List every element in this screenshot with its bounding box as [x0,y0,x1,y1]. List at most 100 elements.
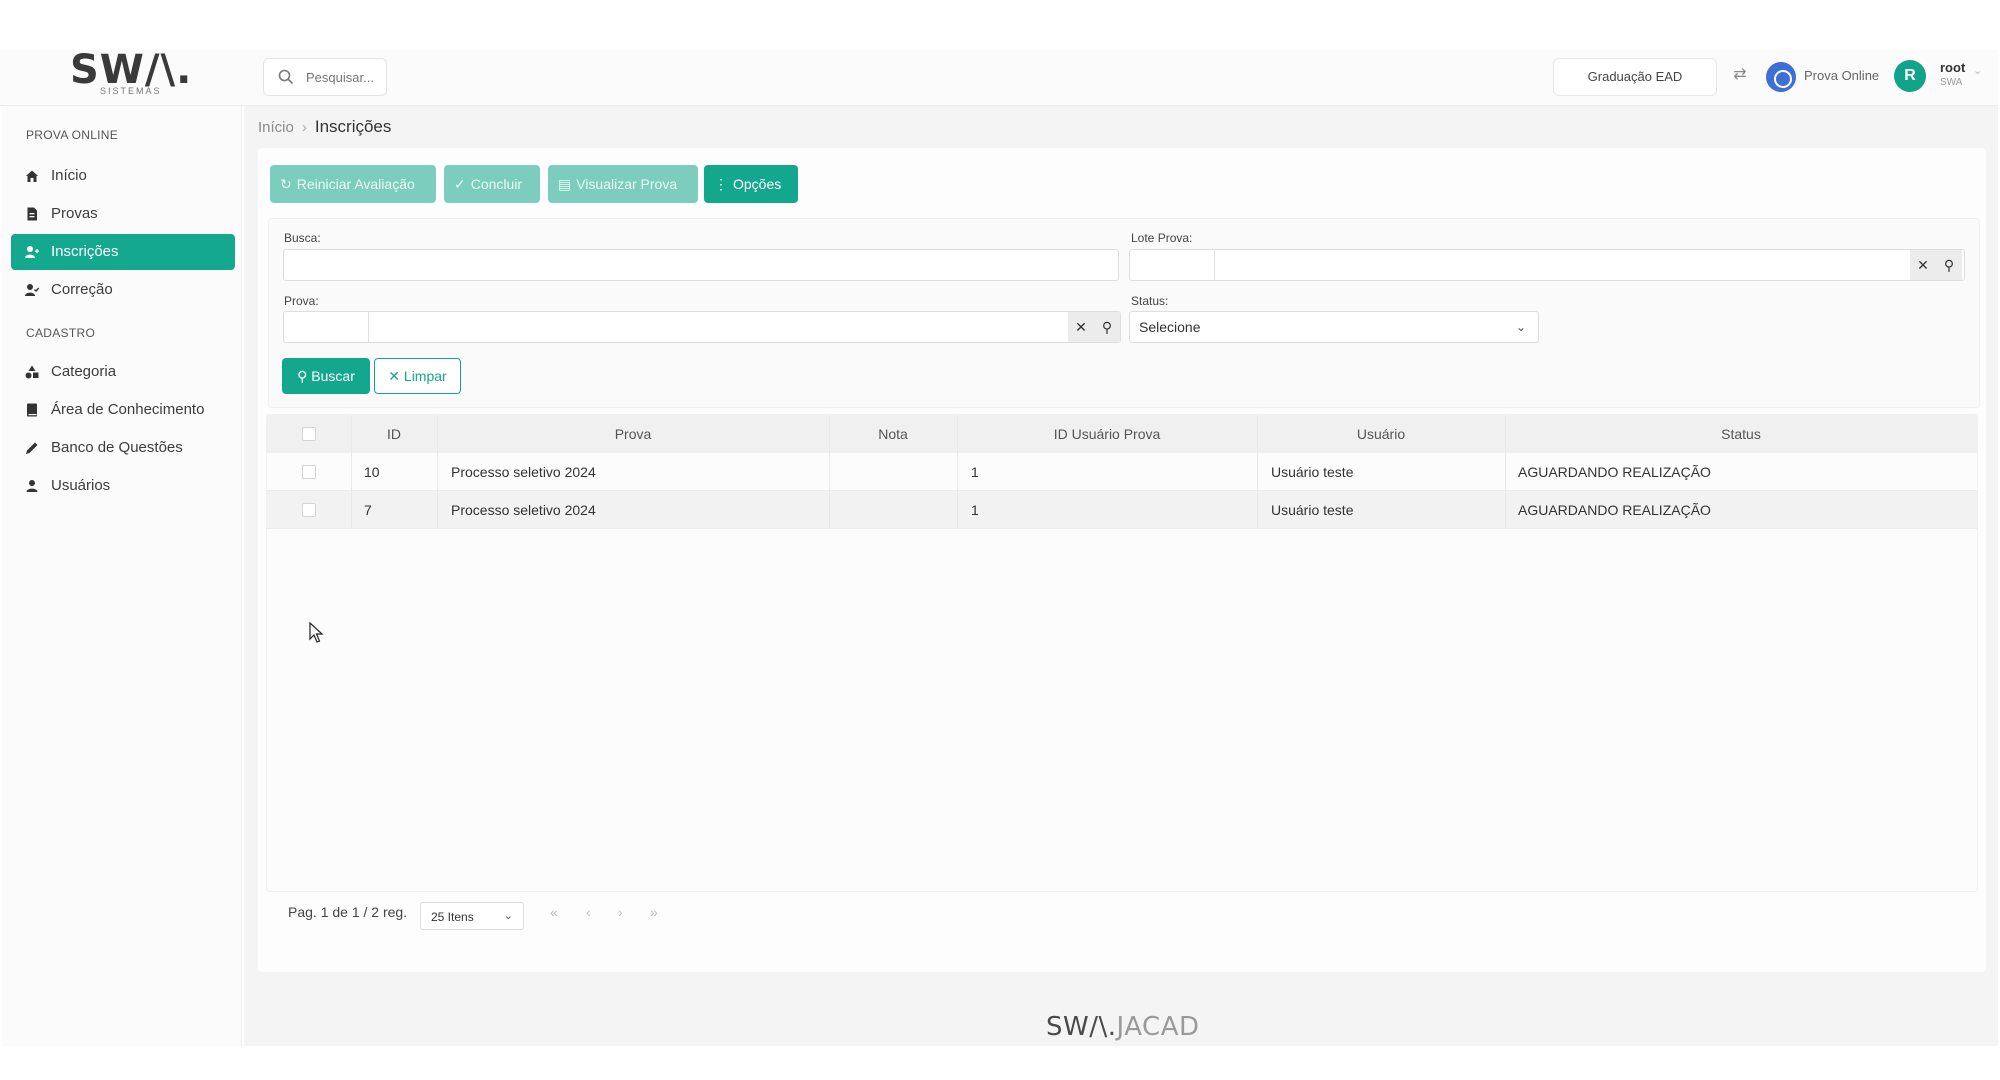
clear-icon[interactable]: ✕ [1910,250,1936,280]
user-check-icon [25,284,39,296]
cell-status: AGUARDANDO REALIZAÇÃO [1518,502,1711,518]
footer-brand: SW/\. [1046,1012,1117,1042]
column-header-status[interactable]: Status [1505,426,1977,442]
footer-logo: SW/\.JACAD [1046,1012,1200,1042]
chevron-down-icon: ⌄ [503,910,513,922]
row-checkbox[interactable] [302,465,316,479]
lote-prova-label: Lote Prova: [1131,231,1193,245]
button-label: Reiniciar Avaliação [296,176,415,192]
sidebar-item-label: Início [51,167,87,184]
app-window: SW/\. SISTEMAS Graduação EAD ⇄ Prova Onl… [0,0,2000,1080]
row-checkbox[interactable] [302,503,316,517]
table-row[interactable]: 7 Processo seletivo 2024 1 Usuário teste… [267,491,1977,529]
sidebar: PROVA ONLINE Início Provas Inscrições Co… [2,106,242,1046]
sidebar-section-prova-online: PROVA ONLINE [26,128,119,142]
status-selected-value: Selecione [1139,319,1201,335]
table-header-row: ID Prova Nota ID Usuário Prova Usuário S… [267,415,1977,453]
breadcrumb: Início › Inscrições [258,117,391,137]
button-label: Concluir [470,176,523,192]
user-organization: SWA [1940,77,1963,88]
search-button[interactable]: ⚲ Buscar [282,358,370,394]
sidebar-item-correcao[interactable]: Correção [11,272,235,308]
last-page-button[interactable]: » [650,904,658,920]
status-select[interactable]: Selecione ⌄ [1129,311,1539,343]
page-size-select[interactable]: 25 Itens ⌄ [420,902,524,930]
cell-usuario: Usuário teste [1271,464,1354,480]
sidebar-item-label: Categoria [51,363,117,380]
lote-prova-lookup[interactable]: ✕ ⚲ [1129,249,1965,281]
cell-id: 10 [364,464,380,480]
column-header-prova[interactable]: Prova [437,426,829,442]
pencil-icon [26,442,38,454]
search-input[interactable] [306,67,382,87]
user-icon [26,480,38,492]
cell-usuario: Usuário teste [1271,502,1354,518]
lookup-divider [1214,250,1215,280]
column-header-nota[interactable]: Nota [829,426,957,442]
avatar[interactable]: R [1894,60,1926,92]
column-divider [1505,491,1506,529]
page-size-value: 25 Itens [431,910,474,924]
chevron-down-icon[interactable]: ⌄ [1973,64,1982,77]
column-header-id-usuario-prova[interactable]: ID Usuário Prova [957,426,1257,442]
results-table: ID Prova Nota ID Usuário Prova Usuário S… [266,414,1978,892]
search-icon [278,69,294,85]
options-button[interactable]: ⋮ Opções [704,165,798,203]
conclude-button[interactable]: ✓ Concluir [444,165,540,203]
module-label[interactable]: Prova Online [1804,68,1879,83]
search-icon[interactable]: ⚲ [1936,250,1962,280]
sidebar-item-usuarios[interactable]: Usuários [11,468,235,504]
sidebar-item-inicio[interactable]: Início [11,158,235,194]
refresh-icon: ↻ [280,176,292,192]
prova-lookup[interactable]: ✕ ⚲ [283,311,1121,343]
module-icon[interactable] [1766,62,1796,92]
cell-id-usuario-prova: 1 [971,502,979,518]
prev-page-button[interactable]: ‹ [586,904,591,920]
first-page-button[interactable]: « [550,904,558,920]
reset-evaluation-button[interactable]: ↻ Reiniciar Avaliação [270,165,436,203]
button-label: Limpar [403,368,447,384]
busca-label: Busca: [284,231,321,245]
table-row[interactable]: 10 Processo seletivo 2024 1 Usuário test… [267,453,1977,491]
brand-logo[interactable]: SW/\. SISTEMAS [70,50,191,102]
cell-id-usuario-prova: 1 [971,464,979,480]
column-header-id[interactable]: ID [351,426,437,442]
swap-icon[interactable]: ⇄ [1730,65,1750,85]
sidebar-section-cadastro: CADASTRO [26,326,96,340]
top-header: SW/\. SISTEMAS Graduação EAD ⇄ Prova Onl… [0,50,1998,106]
sidebar-item-inscricoes[interactable]: Inscrições [11,234,235,270]
column-divider [1257,453,1258,491]
chevron-down-icon: ⌄ [1515,320,1526,334]
next-page-button[interactable]: › [618,904,623,920]
clear-icon[interactable]: ✕ [1068,312,1094,342]
status-label: Status: [1131,294,1169,308]
column-divider [829,453,830,491]
user-plus-icon [25,246,39,258]
sidebar-item-label: Correção [51,281,113,298]
search-icon[interactable]: ⚲ [1094,312,1120,342]
mouse-cursor-icon [309,622,324,643]
column-header-usuario[interactable]: Usuário [1257,426,1505,442]
sidebar-item-label: Banco de Questões [51,439,183,456]
sidebar-item-provas[interactable]: Provas [11,196,235,232]
breadcrumb-home[interactable]: Início [258,119,294,136]
check-icon: ✓ [454,176,466,192]
sidebar-item-banco-questoes[interactable]: Banco de Questões [11,430,235,466]
sidebar-item-area-conhecimento[interactable]: Área de Conhecimento [11,392,235,428]
busca-input[interactable] [283,249,1119,281]
sidebar-item-categoria[interactable]: Categoria [11,354,235,390]
institution-selector[interactable]: Graduação EAD [1553,58,1717,96]
column-divider [957,453,958,491]
view-exam-button[interactable]: ▤ Visualizar Prova [548,165,698,203]
shapes-icon [25,365,39,379]
clear-button[interactable]: ✕ Limpar [374,358,461,394]
footer-product: JACAD [1116,1012,1200,1042]
button-label: Buscar [311,368,355,384]
select-all-checkbox[interactable] [302,427,316,441]
sidebar-item-label: Área de Conhecimento [51,401,205,418]
column-divider [437,491,438,529]
close-icon: ✕ [388,368,404,384]
global-search[interactable] [263,58,387,96]
column-divider [957,491,958,529]
user-name[interactable]: root [1940,60,1965,75]
